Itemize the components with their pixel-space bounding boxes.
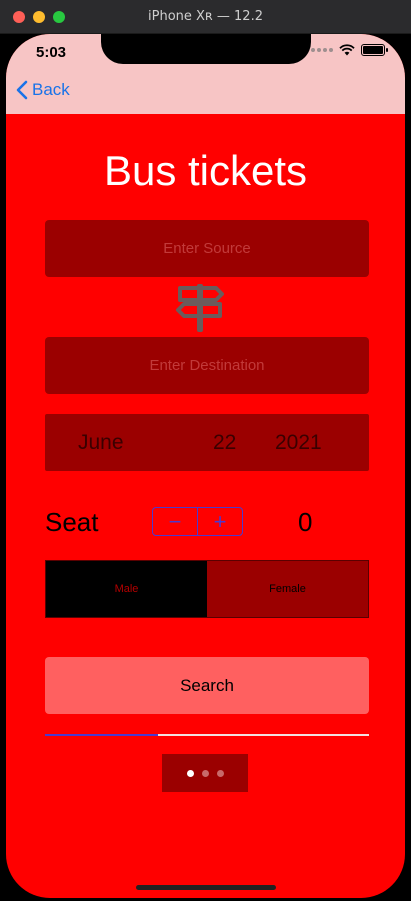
source-input[interactable] bbox=[45, 220, 369, 277]
page-dot[interactable] bbox=[186, 769, 194, 777]
signpost-icon bbox=[176, 284, 224, 332]
window-title: iPhone Xʀ — 12.2 bbox=[148, 9, 263, 24]
page-title: Bus tickets bbox=[103, 147, 308, 194]
page-dot[interactable] bbox=[201, 769, 209, 777]
chevron-left-icon bbox=[16, 80, 28, 100]
device-notch bbox=[101, 34, 311, 64]
source-field[interactable] bbox=[45, 220, 369, 277]
seat-count: 0 bbox=[298, 507, 313, 537]
home-indicator[interactable] bbox=[136, 885, 276, 890]
gender-segmented-control[interactable]: Male Female bbox=[45, 560, 369, 618]
window-minimize-button[interactable] bbox=[33, 11, 45, 23]
back-label: Back bbox=[32, 80, 70, 99]
seat-decrement-button[interactable]: − bbox=[153, 508, 197, 535]
wifi-icon bbox=[339, 44, 355, 56]
destination-input[interactable] bbox=[45, 337, 369, 394]
progress-fill bbox=[45, 734, 159, 736]
search-button[interactable]: Search bbox=[45, 657, 369, 714]
seat-stepper[interactable]: − + bbox=[152, 507, 243, 536]
phone-screen: 5:03 Back Bus tickets Enter Source Enter… bbox=[6, 34, 405, 898]
seat-increment-button[interactable]: + bbox=[198, 508, 242, 535]
segment-female[interactable]: Female bbox=[207, 561, 368, 617]
cellular-signal-icon bbox=[311, 48, 333, 52]
status-icons bbox=[311, 44, 388, 56]
segment-male[interactable]: Male bbox=[46, 561, 207, 617]
date-picker[interactable]: June 22 2021 bbox=[45, 414, 369, 471]
battery-icon bbox=[361, 44, 388, 56]
device-frame: 5:03 Back Bus tickets Enter Source Enter… bbox=[0, 34, 411, 901]
page-dot[interactable] bbox=[216, 769, 224, 777]
date-day[interactable]: 22 bbox=[213, 431, 236, 455]
window-zoom-button[interactable] bbox=[53, 11, 65, 23]
seat-label: Seat bbox=[45, 507, 99, 537]
date-month[interactable]: June bbox=[78, 431, 124, 455]
page-control[interactable] bbox=[162, 754, 248, 792]
window-close-button[interactable] bbox=[13, 11, 25, 23]
back-button[interactable]: Back bbox=[16, 80, 70, 100]
simulator-titlebar: iPhone Xʀ — 12.2 bbox=[0, 0, 411, 34]
status-time: 5:03 bbox=[36, 44, 67, 61]
progress-bar bbox=[45, 734, 369, 736]
date-year[interactable]: 2021 bbox=[275, 431, 322, 455]
destination-field[interactable] bbox=[45, 337, 369, 394]
